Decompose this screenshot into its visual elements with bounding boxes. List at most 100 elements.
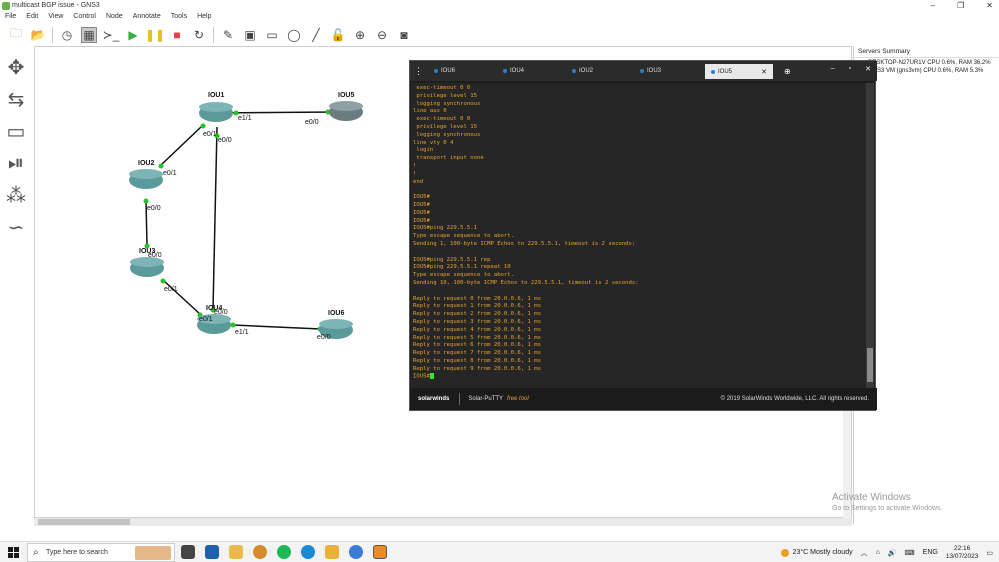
file-explorer-icon[interactable] [229,545,243,559]
tab-iou3[interactable]: IOU3 [640,65,661,77]
minimize-icon[interactable]: – [831,65,835,73]
image-icon[interactable]: ▣ [242,27,258,43]
menu-node[interactable]: Node [101,12,128,23]
pause-icon[interactable]: ❚❚ [145,27,165,43]
router-iou1[interactable] [199,102,233,122]
close-icon[interactable]: ✕ [865,65,871,73]
servers-summary-header: Servers Summary [854,46,999,58]
reload-icon[interactable]: ↻ [191,27,207,43]
menu-tools[interactable]: Tools [166,12,192,23]
node-label-iou5: IOU5 [338,92,354,99]
tray-chevron-icon[interactable]: ︿ [861,548,868,558]
port-label: e0/0 [218,137,232,144]
terminal-scrollbar[interactable] [866,83,874,390]
router-iou2[interactable] [129,169,163,189]
folder-app-icon[interactable] [325,545,339,559]
close-tab-icon[interactable]: ✕ [761,68,767,76]
session-status-icon [711,69,715,74]
terminal-output-area[interactable]: exec-timeout 0 0 privilege level 15 logg… [411,83,868,390]
spotify-icon[interactable] [277,545,291,559]
watermark-subtitle: Go to Settings to activate Windows. [832,505,943,512]
folder-new-icon[interactable]: 🗀 [8,26,24,43]
kebab-menu-icon[interactable]: ⋮ [414,65,423,77]
clock-icon[interactable]: ◷ [59,27,75,43]
menu-file[interactable]: File [0,12,21,23]
port-label: e0/0 [214,309,228,316]
clock-date: 13/07/2023 [945,552,979,560]
language-indicator[interactable]: ENG [923,549,938,556]
tab-iou4[interactable]: IOU4 [503,65,524,77]
activation-watermark: Activate Windows Go to Settings to activ… [832,492,943,512]
router-category-icon[interactable]: ✥ [5,56,27,79]
menu-edit[interactable]: Edit [21,12,43,23]
weather-icon [780,548,789,557]
server-row-label: GNS3 VM (gns3vm) CPU 0.6%, RAM 5.3% [868,68,984,74]
console-icon[interactable]: ≻_ [103,27,120,43]
tab-iou5[interactable]: IOU5 ✕ [705,64,773,79]
toolbar-divider [52,26,53,43]
edit-note-icon[interactable]: ✎ [220,27,236,43]
port-label: e0/0 [147,205,161,212]
lock-icon[interactable]: 🔓 [330,27,346,43]
browser-icon[interactable] [349,545,363,559]
ellipse-icon[interactable]: ◯ [286,27,302,43]
menu-annotate[interactable]: Annotate [128,12,166,23]
scrollbar-thumb[interactable] [38,519,130,525]
port-label: e0/1 [163,170,177,177]
media-player-icon[interactable] [253,545,267,559]
weather-widget[interactable]: 23°C Mostly cloudy [780,548,853,557]
add-link-icon[interactable]: ∽ [5,216,27,239]
canvas-horizontal-scrollbar[interactable] [34,518,852,526]
menu-bar: File Edit View Control Node Annotate Too… [0,12,999,23]
line-icon[interactable]: ╱ [308,27,324,43]
port-label: e0/1 [203,131,217,138]
play-icon[interactable]: ▶ [125,27,141,43]
edge-icon[interactable] [301,545,315,559]
session-status-icon [434,69,438,73]
port-label: e0/1 [199,316,213,323]
all-devices-category-icon[interactable]: ⁂ [5,184,27,207]
solarwinds-logo: solarwinds [418,396,450,402]
maximize-icon[interactable]: ▫ [849,65,851,73]
link-iou1-iou2[interactable] [160,126,202,166]
windows-start-icon[interactable] [8,547,19,558]
solar-putty-icon[interactable] [373,545,387,559]
stop-icon[interactable]: ■ [169,27,185,43]
minimize-button[interactable]: – [931,1,935,10]
menu-view[interactable]: View [43,12,68,23]
notification-icon[interactable]: ▭ [986,549,993,557]
end-device-category-icon[interactable]: ▭ [5,120,27,143]
node-label-iou2: IOU2 [138,160,154,167]
new-tab-icon[interactable]: ⊕ [784,65,791,77]
scrollbar-thumb[interactable] [867,348,873,382]
taskbar-search-box[interactable]: ⌕ Type here to search [27,543,175,562]
security-device-category-icon[interactable]: ⏯ [5,152,27,174]
tab-iou6[interactable]: IOU6 [434,65,455,77]
port-label: e1/1 [238,115,252,122]
network-icon[interactable]: ⌂ [876,549,880,556]
screenshot-icon[interactable]: ◙ [396,27,412,43]
volume-icon[interactable]: 🔊 [888,549,897,557]
zoom-in-icon[interactable]: ⊕ [352,27,368,43]
store-icon[interactable] [205,545,219,559]
router-iou3[interactable] [130,257,164,277]
router-iou5[interactable] [329,101,363,121]
task-view-icon[interactable] [181,545,195,559]
switch-category-icon[interactable]: ⇆ [5,88,27,111]
menu-help[interactable]: Help [192,12,216,23]
menu-control[interactable]: Control [68,12,101,23]
rectangle-icon[interactable]: ▭ [264,27,280,43]
grid-icon[interactable]: ▦ [81,26,97,43]
folder-open-icon[interactable]: 📂 [30,27,46,43]
keyboard-icon[interactable]: ⌨ [905,549,915,557]
pinned-apps [181,545,387,559]
main-toolbar: 🗀 📂 ◷ ▦ ≻_ ▶ ❚❚ ■ ↻ ✎ ▣ ▭ ◯ ╱ 🔓 ⊕ ⊖ ◙ [0,23,999,46]
close-button[interactable]: ✕ [986,1,993,10]
tab-iou2[interactable]: IOU2 [572,65,593,77]
link-iou1-iou4[interactable] [212,126,218,310]
taskbar-clock[interactable]: 22:16 13/07/2023 [946,545,979,561]
terminal-tab-bar: ⋮ IOU6 IOU4 IOU2 IOU3 IOU5 ✕ ⊕ – ▫ ✕ [410,61,877,81]
zoom-out-icon[interactable]: ⊖ [374,27,390,43]
windows-taskbar: ⌕ Type here to search 23°C Mostly cloudy… [0,541,999,562]
maximize-button[interactable]: ❐ [957,1,964,10]
